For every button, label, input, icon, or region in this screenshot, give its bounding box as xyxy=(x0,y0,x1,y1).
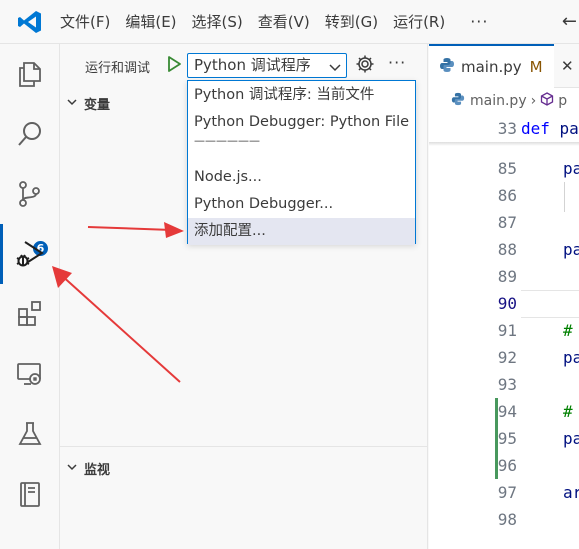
python-file-icon xyxy=(439,57,455,77)
open-launch-json-gear-icon[interactable] xyxy=(355,54,375,74)
dropdown-item-python-debugger-file[interactable]: Python Debugger: Python File xyxy=(188,109,415,136)
menu-bar: 文件(F) 编辑(E) 选择(S) 查看(V) 转到(G) 运行(R) ··· … xyxy=(0,0,579,44)
remote-explorer-icon[interactable] xyxy=(0,344,60,404)
line-number: 97 xyxy=(497,483,517,502)
line-number: 95 xyxy=(497,429,517,448)
more-actions-icon[interactable]: ··· xyxy=(388,53,406,72)
menu-go[interactable]: 转到(G) xyxy=(325,11,378,32)
code-line-85: pa xyxy=(563,159,579,178)
line-number-current: 90 xyxy=(497,294,517,313)
menu-file[interactable]: 文件(F) xyxy=(60,11,110,32)
dropdown-separator: —————— xyxy=(194,134,260,147)
editor-area: main.py M ✕ main.py › p 33 def pa 85 86 … xyxy=(429,44,579,549)
chevron-down-icon xyxy=(66,96,78,112)
menu-run[interactable]: 运行(R) xyxy=(393,11,445,32)
line-number: 86 xyxy=(497,186,517,205)
watch-label: 监视 xyxy=(84,463,111,478)
line-number: 88 xyxy=(497,240,517,259)
start-debugging-button[interactable] xyxy=(165,55,183,73)
variables-label: 变量 xyxy=(84,98,111,113)
chevron-down-icon xyxy=(328,58,342,81)
line-number: 87 xyxy=(497,213,517,232)
debug-config-dropdown: Python 调试程序: 当前文件 Python Debugger: Pytho… xyxy=(187,80,416,245)
dropdown-item-add-configuration[interactable]: 添加配置... xyxy=(188,218,415,245)
section-divider xyxy=(60,446,428,447)
menu-view[interactable]: 查看(V) xyxy=(258,11,310,32)
sticky-code-line: def pa xyxy=(521,115,579,142)
git-added-indicator xyxy=(495,398,498,479)
menu-more-icon[interactable]: ··· xyxy=(470,12,488,31)
testing-flask-icon[interactable] xyxy=(0,404,60,464)
breadcrumb-file[interactable]: main.py xyxy=(470,93,527,109)
sticky-code-rest: pa xyxy=(549,119,579,138)
code-line-95: pa xyxy=(563,429,579,448)
dropdown-item-nodejs[interactable]: Node.js... xyxy=(188,164,415,191)
line-number: 85 xyxy=(497,159,517,178)
line-number: 96 xyxy=(497,456,517,475)
run-debug-icon[interactable] xyxy=(0,224,60,284)
sticky-scroll-shadow xyxy=(429,142,579,146)
line-number: 93 xyxy=(497,375,517,394)
explorer-icon[interactable] xyxy=(0,44,60,104)
back-arrow-icon[interactable]: ← xyxy=(562,11,577,32)
variables-section-header[interactable]: 变量 xyxy=(66,94,110,113)
modified-indicator: M xyxy=(529,58,543,76)
current-line-border xyxy=(521,290,579,291)
symbol-method-icon xyxy=(540,92,554,110)
chevron-right-icon: › xyxy=(530,93,537,109)
editor-tab-bar: main.py M ✕ xyxy=(429,44,579,88)
dropdown-item-python-current-file[interactable]: Python 调试程序: 当前文件 xyxy=(188,82,415,109)
sticky-line-number: 33 xyxy=(497,119,517,138)
python-file-icon xyxy=(451,92,465,110)
line-number: 91 xyxy=(497,321,517,340)
menu-edit[interactable]: 编辑(E) xyxy=(125,11,176,32)
dropdown-item-python-debugger[interactable]: Python Debugger... xyxy=(188,191,415,218)
extensions-icon[interactable] xyxy=(0,284,60,344)
code-line-97: ar xyxy=(563,483,579,502)
chevron-down-icon xyxy=(66,461,78,477)
breadcrumb-symbol[interactable]: p xyxy=(558,93,567,109)
debug-config-selected: Python 调试程序 xyxy=(194,56,311,74)
tab-main-py[interactable]: main.py M xyxy=(429,44,554,88)
run-debug-title: 运行和调试 xyxy=(85,61,151,76)
close-icon[interactable]: ✕ xyxy=(561,57,574,75)
vscode-logo-icon[interactable] xyxy=(0,0,60,44)
code-line-91: # xyxy=(563,321,573,340)
search-icon[interactable] xyxy=(0,104,60,164)
code-line-88: pa xyxy=(563,240,579,259)
line-number: 92 xyxy=(497,348,517,367)
notebook-icon[interactable] xyxy=(0,464,60,524)
indent-guide xyxy=(564,182,565,212)
code-line-92: pa xyxy=(563,348,579,367)
line-number: 94 xyxy=(497,402,517,421)
debug-config-select[interactable]: Python 调试程序 xyxy=(187,53,347,78)
line-number: 89 xyxy=(497,267,517,286)
breadcrumb: main.py › p xyxy=(451,92,567,110)
line-number: 98 xyxy=(497,510,517,529)
code-line-94: # xyxy=(563,402,573,421)
activity-bar: 6 xyxy=(0,44,60,549)
def-keyword: def xyxy=(521,119,550,138)
source-control-icon[interactable] xyxy=(0,164,60,224)
menu-selection[interactable]: 选择(S) xyxy=(192,11,243,32)
watch-section-header[interactable]: 监视 xyxy=(66,459,110,478)
tab-label: main.py xyxy=(461,58,522,76)
